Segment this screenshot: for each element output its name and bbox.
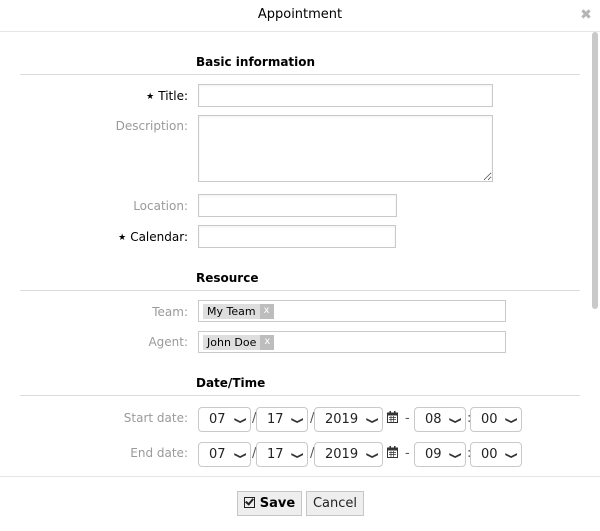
agent-label: Agent: [148,335,188,349]
description-label: Description: [115,119,188,133]
location-input[interactable] [198,194,397,217]
calendar-label: ★ Calendar: [118,230,188,244]
tag-chip: My Team x [203,304,274,319]
section-resource: Resource [196,271,259,285]
required-star-icon: ★ [118,233,127,243]
chevron-down-icon: ❯ [290,451,304,460]
range-separator: - [405,411,410,426]
chevron-down-icon: ❯ [504,451,518,460]
chevron-down-icon: ❯ [365,416,379,425]
required-star-icon: ★ [146,92,155,102]
title-label: ★ Title: [146,89,188,103]
dialog-title: Appointment [257,7,343,22]
scrollbar[interactable] [592,32,598,309]
footer-divider [0,476,600,477]
chevron-down-icon: ❯ [233,416,247,425]
agent-input[interactable]: John Doe x [198,331,506,353]
start-year-select[interactable]: 2019 ❯ [314,407,383,432]
start-day-select[interactable]: 17 ❯ [256,407,308,432]
close-icon[interactable]: ✖ [580,8,592,22]
location-label: Location: [133,199,188,213]
chevron-down-icon: ❯ [290,416,304,425]
start-minute-select[interactable]: 00 ❯ [470,407,522,432]
save-button[interactable]: Save [237,491,302,516]
section-basic-information: Basic information [196,55,316,69]
divider [20,290,580,291]
cancel-button[interactable]: Cancel [306,491,364,516]
team-input[interactable]: My Team x [198,300,506,322]
end-hour-select[interactable]: 09 ❯ [414,442,466,467]
end-year-select[interactable]: 2019 ❯ [314,442,383,467]
chevron-down-icon: ❯ [448,416,462,425]
calendar-icon[interactable] [387,411,398,423]
calendar-icon[interactable] [387,446,398,458]
chevron-down-icon: ❯ [448,451,462,460]
section-date-time: Date/Time [196,376,266,390]
tag-remove-icon[interactable]: x [260,335,275,350]
tag-chip: John Doe x [203,335,275,350]
end-day-select[interactable]: 17 ❯ [256,442,308,467]
range-separator: - [405,446,410,461]
end-date-label: End date: [130,446,188,460]
chevron-down-icon: ❯ [365,451,379,460]
start-date-label: Start date: [123,411,188,425]
start-hour-select[interactable]: 08 ❯ [414,407,466,432]
dialog-header: Appointment ✖ [0,0,600,32]
chevron-down-icon: ❯ [233,451,247,460]
end-month-select[interactable]: 07 ❯ [198,442,251,467]
calendar-input[interactable] [198,225,396,248]
start-month-select[interactable]: 07 ❯ [198,407,251,432]
check-square-icon [243,497,255,508]
description-textarea[interactable] [198,115,493,182]
team-label: Team: [152,305,188,319]
divider [20,395,580,396]
end-minute-select[interactable]: 00 ❯ [470,442,522,467]
chevron-down-icon: ❯ [504,416,518,425]
title-input[interactable] [198,84,493,107]
tag-remove-icon[interactable]: x [259,304,274,319]
divider [20,74,580,75]
